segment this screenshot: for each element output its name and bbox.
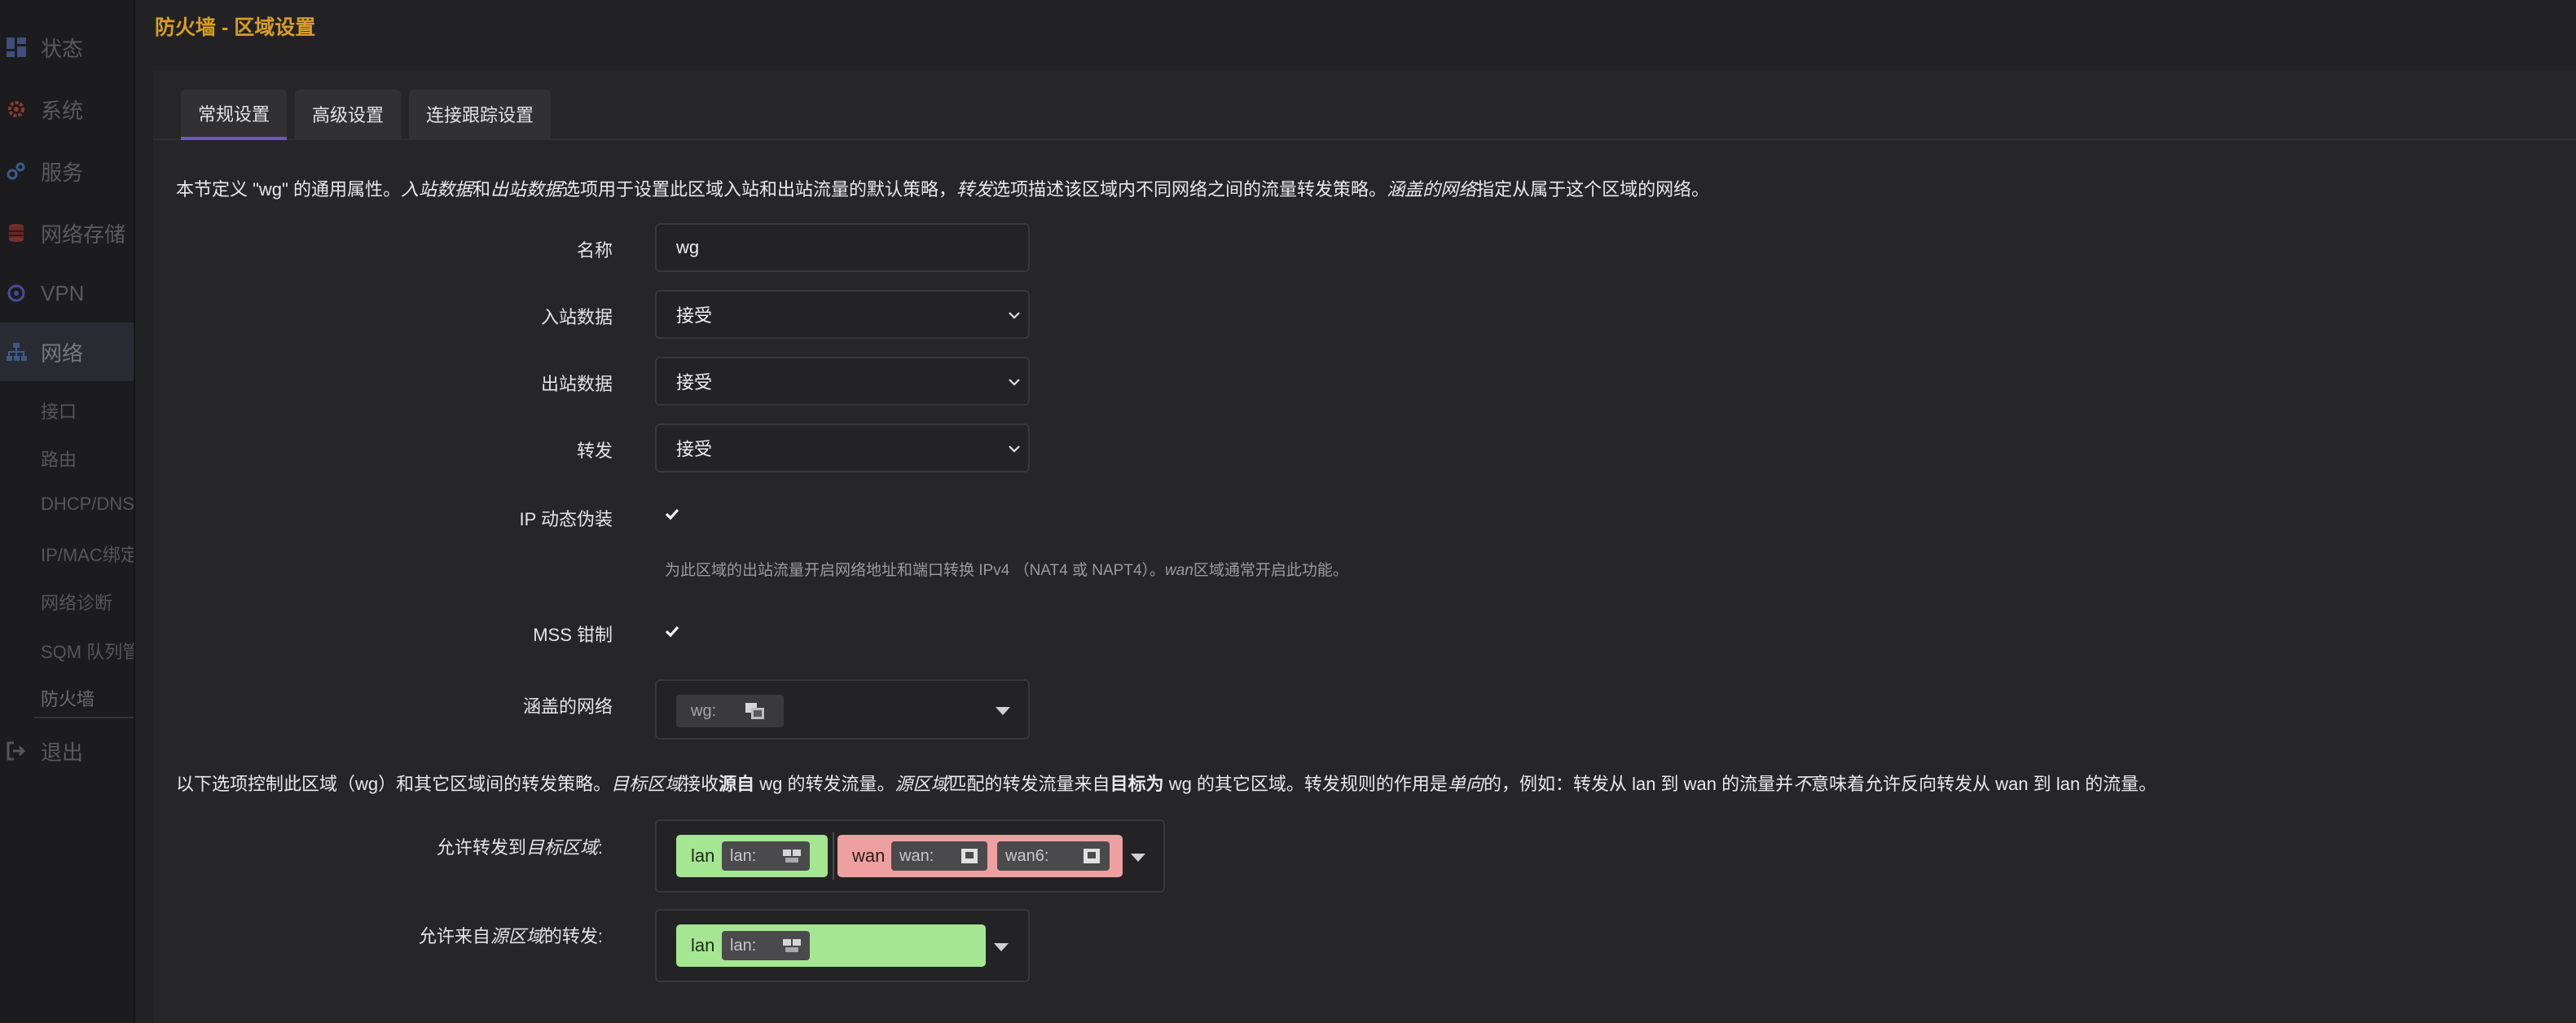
covered-networks-label: 涵盖的网络: [522, 696, 613, 717]
sidebar-item-label: 网络: [41, 340, 84, 366]
submenu-item-diagnostics[interactable]: 网络诊断: [41, 589, 112, 615]
gear-icon: [5, 98, 28, 121]
submenu-item-ip-mac-binding[interactable]: IP/MAC绑定: [41, 541, 134, 567]
forward-policy-label: 转发: [576, 441, 613, 461]
sidebar-item-label: 服务: [41, 160, 84, 185]
chevron-down-icon: [1009, 312, 1020, 319]
dashboard-icon: [5, 36, 28, 59]
tab-advanced-settings[interactable]: 高级设置: [295, 90, 401, 138]
tab-conntrack-settings[interactable]: 连接跟踪设置: [409, 90, 551, 138]
interface-icon: [745, 703, 764, 719]
submenu-item-routes[interactable]: 路由: [41, 446, 77, 472]
sidebar-item-label: 退出: [41, 740, 84, 765]
forward-policy-value: 接受: [676, 439, 713, 459]
output-policy-label: 出站数据: [540, 374, 613, 394]
storage-icon: [5, 222, 28, 244]
vpn-icon: [5, 282, 28, 305]
submenu-item-dhcp-dns[interactable]: DHCP/DNS: [41, 494, 134, 515]
name-label: 名称: [576, 240, 613, 261]
input-policy-value: 接受: [676, 305, 713, 326]
zone-chip-lan: lan lan:: [676, 924, 986, 967]
wan-port-icon: [1084, 849, 1100, 863]
sidebar-item-label: VPN: [41, 280, 85, 305]
tab-general-settings[interactable]: 常规设置: [181, 90, 287, 140]
network-chip-label: wan6:: [1005, 846, 1049, 865]
chevron-down-icon: [1009, 379, 1020, 386]
network-chip-lan: lan:: [722, 931, 810, 960]
forward-dest-label: 允许转发到目标区域:: [436, 837, 603, 858]
network-chip-wg: wg:: [676, 695, 784, 727]
submenu-item-firewall[interactable]: 防火墙: [41, 685, 95, 711]
network-chip-label: lan:: [730, 936, 757, 955]
sidebar-item-label: 状态: [41, 36, 84, 61]
name-input-value: wg: [676, 237, 700, 257]
sidebar-item-label: 网络存储: [41, 222, 126, 247]
output-policy-select[interactable]: 接受: [655, 357, 1030, 406]
submenu-item-sqm[interactable]: SQM 队列管理: [41, 638, 134, 664]
sidebar: 状态 系统 服务 网络存储 VPN 网络 接口 路由 DHCP/DNS IP/M…: [0, 0, 135, 1023]
sidebar-item-vpn[interactable]: VPN: [0, 264, 134, 323]
zone-name: lan: [691, 845, 715, 866]
name-input[interactable]: wg: [655, 223, 1030, 272]
network-icon: [5, 340, 28, 363]
content-panel: [153, 70, 2576, 1023]
mss-clamping-checkbox[interactable]: [663, 622, 681, 645]
chevron-down-icon: [1009, 446, 1020, 453]
network-chip-label: lan:: [730, 846, 757, 865]
wan-port-icon: [961, 849, 978, 863]
network-chip-label: wg:: [691, 701, 717, 720]
tab-bar-divider: [153, 138, 2576, 140]
forward-src-label: 允许来自源区域的转发:: [418, 926, 603, 946]
masquerading-help: 为此区域的出站流量开启网络地址和端口转换 IPv4 （NAT4 或 NAPT4）…: [665, 562, 1348, 579]
zone-chip-lan: lan lan:: [676, 835, 828, 877]
network-chip-wan: wan:: [891, 841, 987, 871]
zone-chip-wan: wan wan: wan6:: [837, 835, 1123, 877]
caret-down-icon[interactable]: [994, 943, 1009, 951]
mss-clamping-label: MSS 钳制: [533, 625, 613, 645]
network-chip-wan6: wan6:: [997, 841, 1110, 871]
services-icon: [5, 160, 28, 182]
network-chip-label: wan:: [899, 846, 934, 865]
masquerading-label: IP 动态伪装: [519, 509, 613, 529]
logout-icon: [5, 740, 28, 762]
sidebar-item-label: 系统: [41, 98, 84, 123]
network-icon: [783, 939, 801, 952]
input-policy-select[interactable]: 接受: [655, 290, 1030, 339]
network-icon: [783, 850, 801, 863]
masquerading-checkbox[interactable]: [663, 505, 681, 528]
sidebar-item-storage[interactable]: 网络存储: [0, 204, 134, 262]
page-title: 防火墙 - 区域设置: [155, 16, 316, 39]
checkmark-icon: [665, 626, 679, 638]
sidebar-item-system[interactable]: 系统: [0, 80, 134, 138]
caret-down-icon[interactable]: [1131, 854, 1145, 862]
forward-dest-select[interactable]: lan lan: wan wan: wan6:: [655, 819, 1165, 893]
sidebar-item-logout[interactable]: 退出: [0, 722, 134, 780]
network-chip-lan: lan:: [722, 841, 810, 871]
submenu-item-interfaces[interactable]: 接口: [41, 397, 77, 424]
forwarding-description: 以下选项控制此区域（wg）和其它区域间的转发策略。目标区域接收源自 wg 的转发…: [176, 774, 2157, 794]
covered-networks-select[interactable]: wg:: [655, 679, 1030, 740]
checkmark-icon: [665, 508, 679, 520]
sidebar-item-network[interactable]: 网络: [0, 323, 134, 381]
forward-src-select[interactable]: lan lan:: [655, 909, 1030, 982]
forward-policy-select[interactable]: 接受: [655, 424, 1030, 472]
input-policy-label: 入站数据: [540, 307, 613, 327]
zone-name: lan: [691, 935, 715, 955]
caret-down-icon[interactable]: [996, 707, 1010, 715]
zone-separator: [833, 832, 834, 880]
zone-name: wan: [852, 845, 886, 866]
sidebar-item-status[interactable]: 状态: [0, 18, 134, 77]
output-policy-value: 接受: [676, 372, 713, 393]
submenu-divider: [34, 717, 134, 718]
sidebar-item-services[interactable]: 服务: [0, 142, 134, 200]
section-description: 本节定义 "wg" 的通用属性。入站数据和出站数据选项用于设置此区域入站和出站流…: [176, 179, 1710, 200]
